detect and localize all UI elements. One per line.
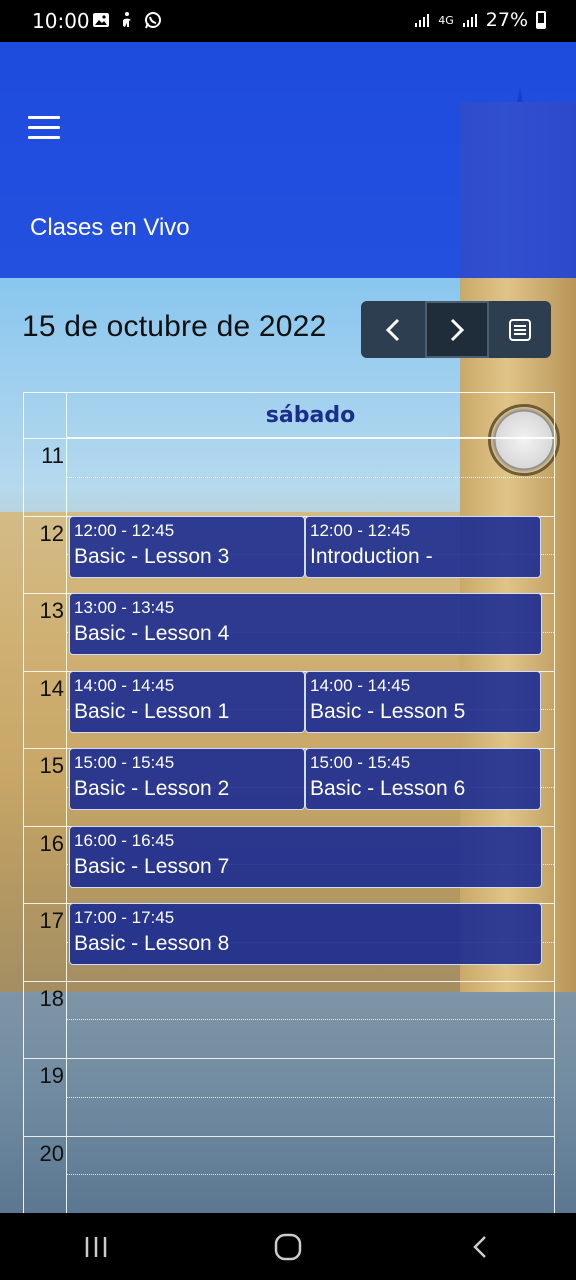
calendar-event[interactable]: 15:00 - 15:45 Basic - Lesson 6 <box>305 748 541 810</box>
notification-icons <box>92 11 162 29</box>
event-time: 15:00 - 15:45 <box>74 753 175 772</box>
hour-label: 14 <box>39 675 64 701</box>
event-time: 14:00 - 14:45 <box>310 675 411 695</box>
hour-label: 13 <box>39 598 64 623</box>
day-calendar: sábado 11 12 13 14 15 16 17 18 19 20 12:00 - 12:45… <box>23 392 555 1213</box>
event-title: Basic - Lesson 4 <box>74 622 230 645</box>
hour-label: 18 <box>39 985 64 1011</box>
event-title: Introduction - <box>310 544 433 568</box>
recent-apps-button[interactable] <box>66 1222 126 1272</box>
event-time: 16:00 - 16:45 <box>74 830 175 850</box>
home-icon <box>274 1233 302 1260</box>
event-title: Basic - Lesson 7 <box>74 854 230 878</box>
half-hour-line <box>67 1096 554 1098</box>
system-indicators: 4G 27% <box>414 9 546 31</box>
status-bar: 10:00 4G 27% <box>0 0 576 42</box>
android-nav-bar <box>0 1213 576 1280</box>
hour-label: 17 <box>39 908 64 933</box>
day-column-header[interactable]: sábado <box>67 393 554 438</box>
half-hour-line <box>67 1174 554 1176</box>
back-button[interactable] <box>450 1222 510 1272</box>
chevron-right-icon <box>450 318 465 341</box>
event-title: Basic - Lesson 6 <box>310 777 466 800</box>
event-time: 15:00 - 15:45 <box>310 753 411 772</box>
next-day-button[interactable] <box>425 301 489 358</box>
event-title: Basic - Lesson 2 <box>74 777 230 800</box>
prev-day-button[interactable] <box>361 301 425 358</box>
status-time: 10:00 <box>32 9 90 33</box>
battery-icon <box>536 11 546 29</box>
hamburger-menu-icon[interactable] <box>28 116 60 142</box>
calendar-event[interactable]: 17:00 - 17:45 Basic - Lesson 8 <box>69 903 542 965</box>
calendar-nav-buttons <box>361 301 551 358</box>
event-title: Basic - Lesson 1 <box>74 699 230 723</box>
chevron-left-icon <box>385 318 400 341</box>
event-time: 17:00 - 17:45 <box>74 908 175 927</box>
calendar-event[interactable]: 16:00 - 16:45 Basic - Lesson 7 <box>69 825 542 888</box>
half-hour-line <box>67 1019 554 1021</box>
hour-label: 12 <box>39 520 64 546</box>
hour-label: 19 <box>39 1063 64 1088</box>
wifi-signal-icon <box>415 14 430 27</box>
calendar-event[interactable]: 12:00 - 12:45 Basic - Lesson 3 <box>69 515 305 578</box>
event-title: Basic - Lesson 8 <box>74 932 230 955</box>
half-hour-line <box>67 476 554 478</box>
hour-slot-line <box>24 1058 554 1059</box>
event-time: 14:00 - 14:45 <box>74 675 175 695</box>
list-view-icon <box>509 318 531 341</box>
network-type: 4G <box>438 13 454 27</box>
hour-slot-line <box>24 1135 554 1137</box>
calendar-event[interactable]: 13:00 - 13:45 Basic - Lesson 4 <box>69 593 542 655</box>
calendar-event[interactable]: 12:00 - 12:45 Introduction - <box>305 515 541 578</box>
event-time: 13:00 - 13:45 <box>74 598 175 617</box>
home-button[interactable] <box>258 1222 318 1272</box>
hour-label: 15 <box>39 753 64 778</box>
event-title: Basic - Lesson 5 <box>310 699 466 723</box>
calendar-event[interactable]: 14:00 - 14:45 Basic - Lesson 1 <box>69 670 305 733</box>
event-time: 12:00 - 12:45 <box>74 520 175 540</box>
hour-label: 20 <box>39 1140 64 1166</box>
calendar-date-title: 15 de octubre de 2022 <box>22 310 327 343</box>
event-time: 12:00 - 12:45 <box>310 520 411 540</box>
page-title: Clases en Vivo <box>30 214 190 241</box>
gallery-icon <box>93 13 109 27</box>
calendar-event[interactable]: 15:00 - 15:45 Basic - Lesson 2 <box>69 748 305 810</box>
hour-label: 16 <box>39 830 64 856</box>
event-title: Basic - Lesson 3 <box>74 544 230 568</box>
cell-signal-icon <box>462 14 477 27</box>
calendar-event[interactable]: 14:00 - 14:45 Basic - Lesson 5 <box>305 670 541 733</box>
whatsapp-icon <box>145 12 161 29</box>
list-view-button[interactable] <box>489 301 551 358</box>
hour-slot-line <box>24 980 554 982</box>
hour-label: 11 <box>41 443 64 468</box>
hour-slot-line <box>24 438 554 439</box>
recent-apps-icon <box>85 1236 107 1257</box>
accessibility-icon <box>123 12 131 27</box>
battery-percent: 27% <box>485 9 528 31</box>
app-header: Clases en Vivo <box>0 42 576 278</box>
back-icon <box>473 1235 486 1258</box>
